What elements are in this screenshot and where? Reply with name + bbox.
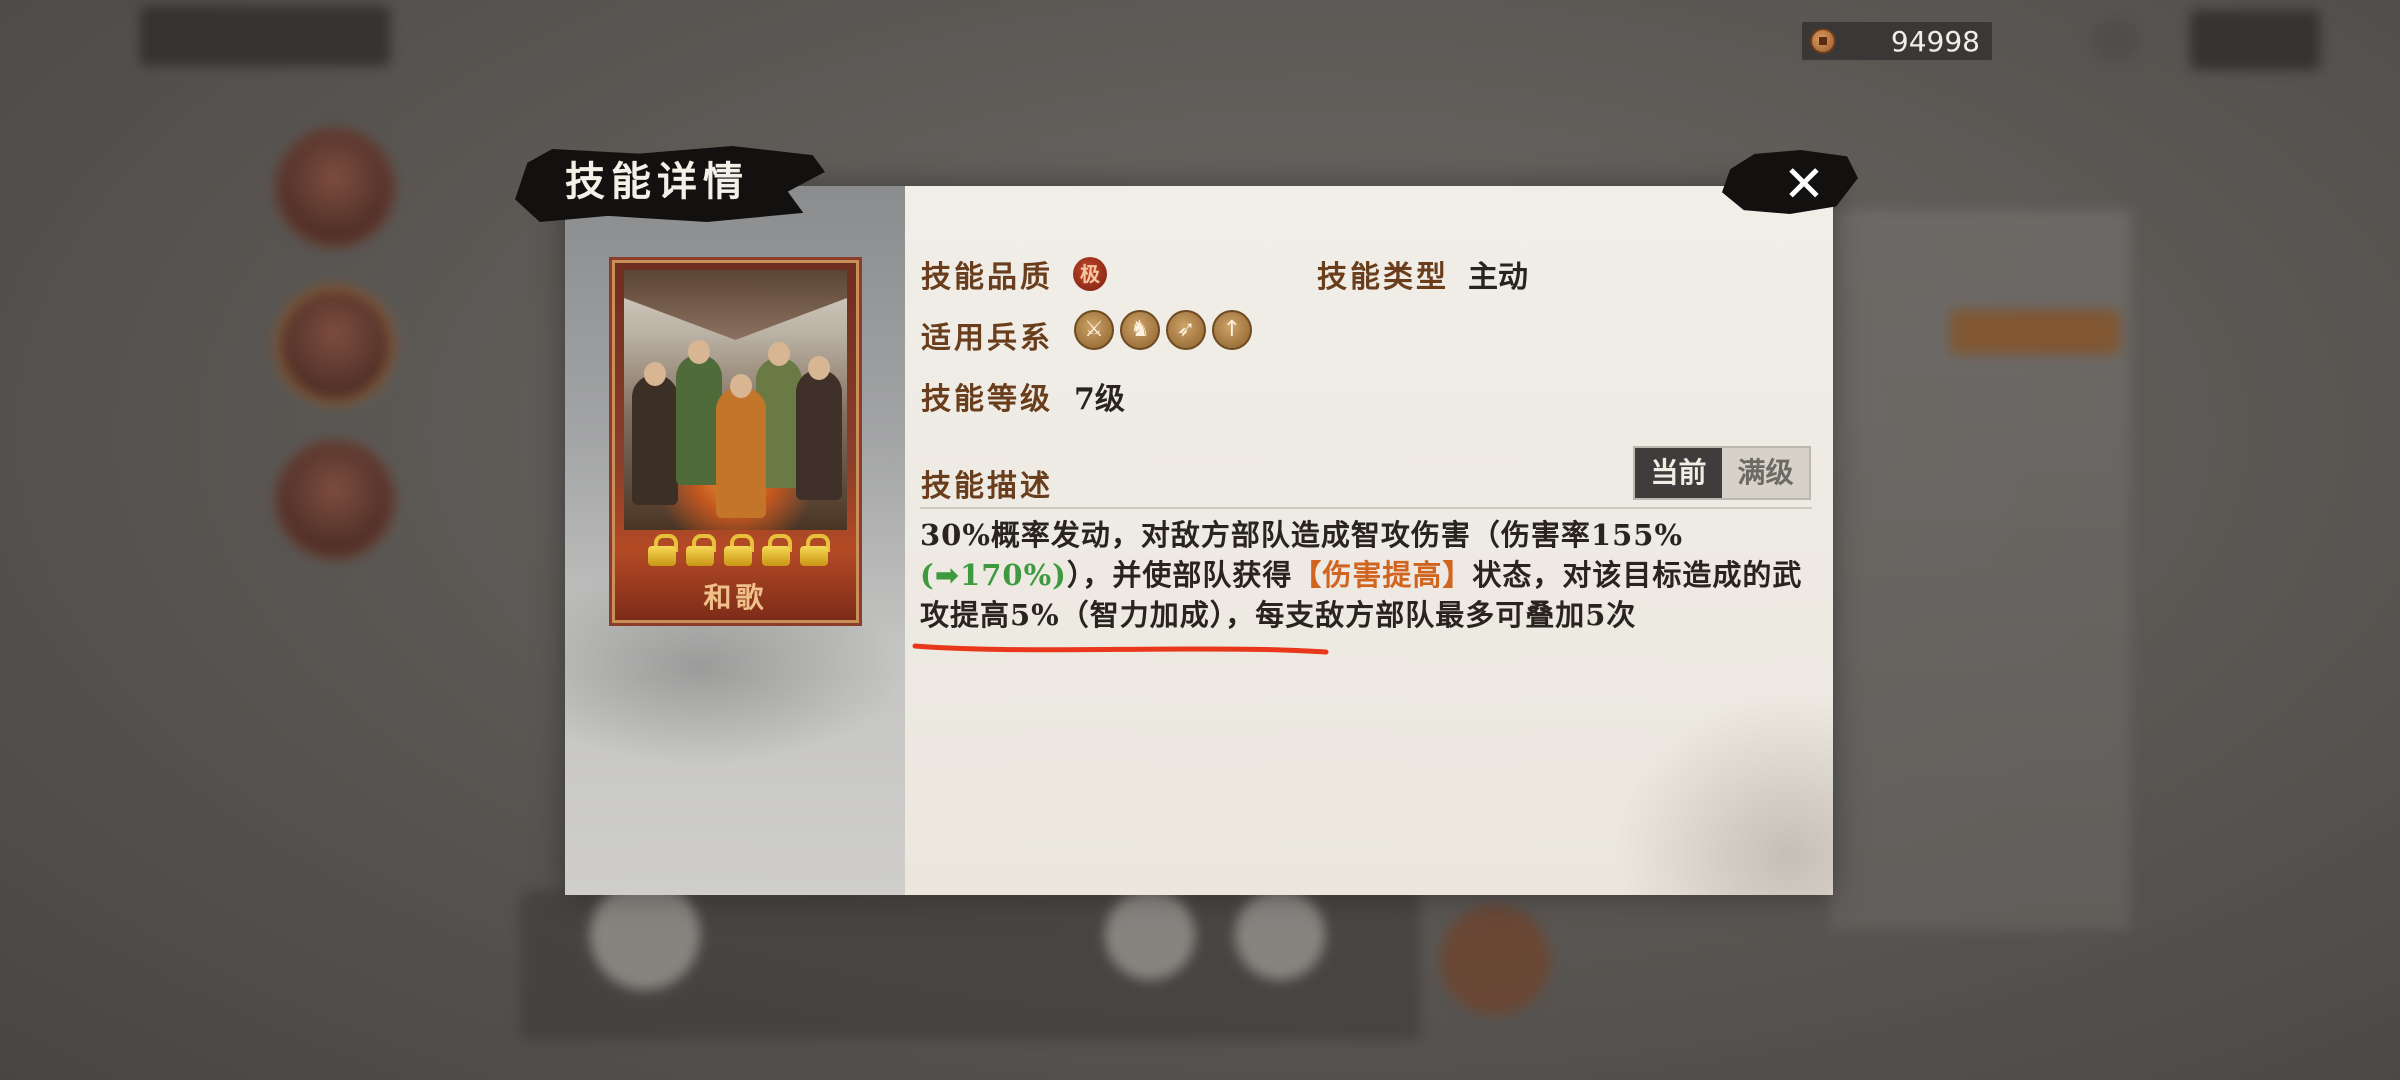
skill-star-row [648, 534, 830, 570]
level-label: 技能等级 [921, 382, 1053, 417]
description-part-1: 30%概率发动，对敌方部队造成智攻伤害（伤害率155% [920, 518, 1684, 552]
skill-name: 和歌 [703, 581, 768, 614]
quality-label: 技能品质 [921, 260, 1053, 295]
coin-icon [1810, 28, 1836, 54]
bow-icon: ➶ [1166, 310, 1206, 350]
description-label: 技能描述 [921, 469, 1053, 504]
card-figure-head [768, 342, 790, 366]
pavilion-roof [624, 270, 847, 340]
coin-counter: 94998 [1800, 20, 1994, 62]
card-figure-head [688, 340, 710, 364]
divider [920, 507, 1812, 509]
lock-star-icon [724, 534, 754, 566]
spear-icon: ↑ [1212, 310, 1252, 350]
quality-badge: 极 [1073, 257, 1107, 291]
troops-label: 适用兵系 [921, 321, 1053, 356]
description-part-2: ），并使部队获得 [1066, 558, 1293, 592]
upgrade-value: 170%) [960, 558, 1067, 592]
tab-max-level[interactable]: 满级 [1722, 448, 1809, 498]
lock-star-icon [648, 534, 678, 566]
card-figure [632, 375, 678, 505]
red-annotation-underline [912, 643, 1329, 655]
skill-card: 和歌 [609, 257, 862, 626]
tab-current[interactable]: 当前 [1635, 448, 1722, 498]
sword-icon: ⚔ [1074, 310, 1114, 350]
lock-star-icon [762, 534, 792, 566]
level-tabs: 当前 满级 [1633, 446, 1811, 500]
type-label: 技能类型 [1317, 260, 1449, 295]
lock-star-icon [686, 534, 716, 566]
card-figure-head [730, 374, 752, 398]
card-figure [716, 388, 766, 518]
horse-icon: ♞ [1120, 310, 1160, 350]
skill-description: 30%概率发动，对敌方部队造成智攻伤害（伤害率155% (➡170%)），并使部队… [920, 515, 1812, 635]
skill-card-art [624, 270, 847, 530]
coin-value: 94998 [1890, 24, 1980, 58]
level-value: 7级 [1074, 382, 1125, 417]
upgrade-open: ( [920, 558, 935, 592]
card-figure-head [644, 362, 666, 386]
dialog-title: 技能详情 [565, 158, 749, 205]
close-icon[interactable]: ✕ [1780, 159, 1828, 209]
lock-star-icon [800, 534, 830, 566]
arrow-right-icon: ➡ [934, 558, 961, 592]
card-figure-head [808, 356, 830, 380]
type-value: 主动 [1468, 260, 1528, 295]
card-figure [796, 370, 842, 500]
status-effect-link[interactable]: 【伤害提高】 [1292, 558, 1472, 592]
